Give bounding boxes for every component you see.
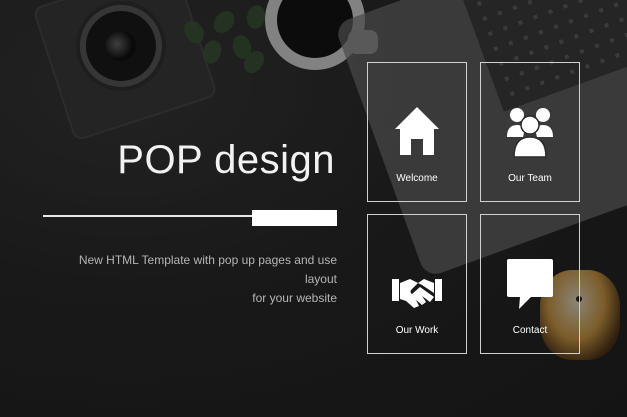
subtitle-line-1: New HTML Template with pop up pages and …: [78, 253, 337, 286]
menu-tile-contact[interactable]: Contact: [480, 214, 580, 354]
menu-label-team: Our Team: [508, 173, 552, 184]
menu-tile-work[interactable]: Our Work: [367, 214, 467, 354]
menu-label-welcome: Welcome: [396, 173, 438, 184]
home-icon: [395, 107, 439, 155]
menu-label-work: Our Work: [395, 325, 439, 336]
menu-tile-team[interactable]: Our Team: [480, 62, 580, 202]
subtitle-line-2: for your website: [252, 291, 337, 305]
team-icon: [507, 108, 553, 158]
title-divider-line: [43, 215, 253, 217]
title-divider-block: [252, 210, 337, 226]
menu-label-contact: Contact: [512, 325, 548, 336]
handshake-icon: [392, 279, 442, 308]
site-title: POP design: [117, 138, 335, 182]
menu-tile-welcome[interactable]: Welcome: [367, 62, 467, 202]
site-subtitle: New HTML Template with pop up pages and …: [47, 251, 337, 308]
chat-bubble-icon: [507, 259, 553, 309]
